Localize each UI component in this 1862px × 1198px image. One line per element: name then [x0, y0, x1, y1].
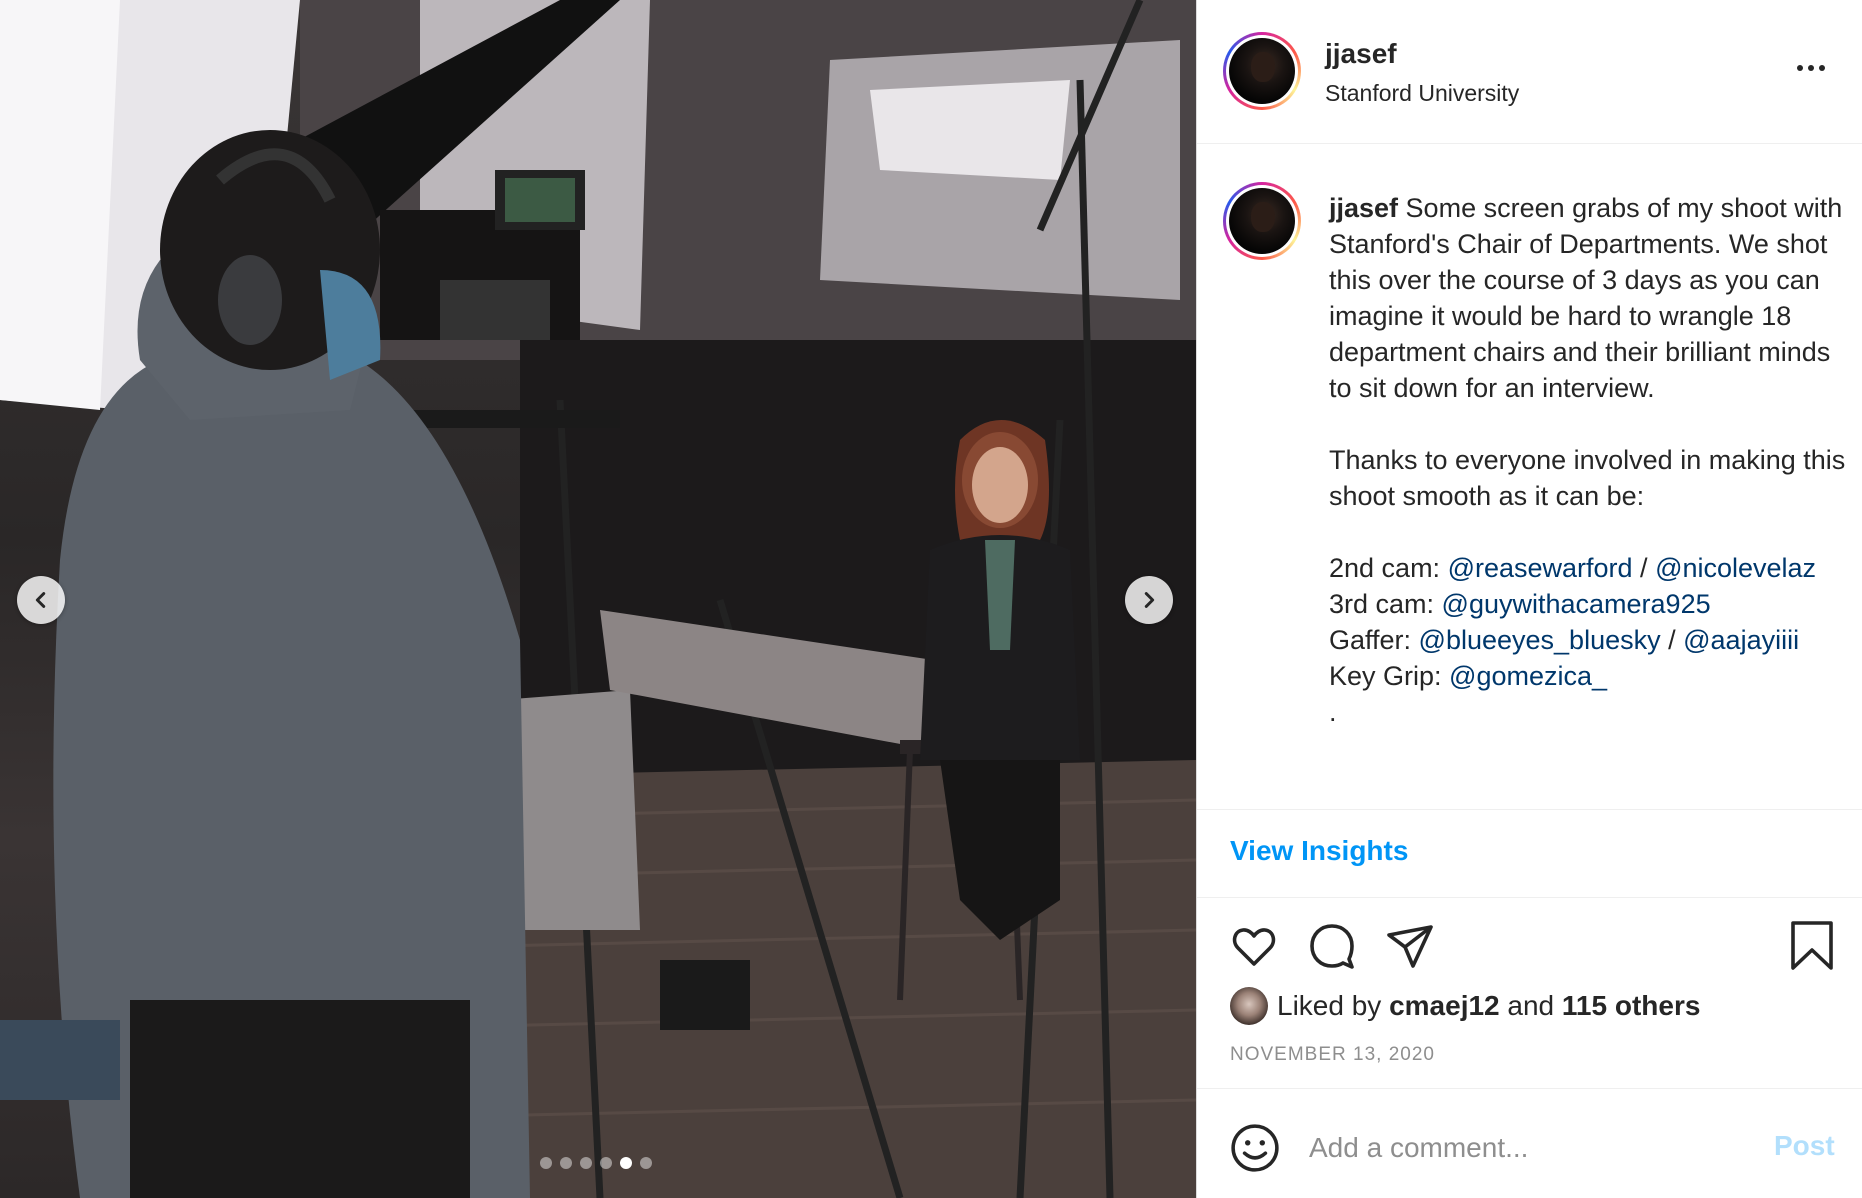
comment-bubble-icon[interactable] [1307, 922, 1357, 970]
caption-thanks: Thanks to everyone involved in making th… [1329, 445, 1846, 511]
credit-separator: / [1632, 553, 1656, 583]
post-side-panel: jjasef Stanford University jjasef Some s… [1196, 0, 1862, 1198]
caption-dot: . [1329, 697, 1337, 727]
carousel-dot [580, 1157, 592, 1169]
mention-link[interactable]: @guywithacamera925 [1442, 589, 1711, 619]
post-comment-button[interactable]: Post [1774, 1130, 1835, 1162]
carousel-indicator [540, 1157, 652, 1169]
likes-middle: and [1499, 990, 1562, 1021]
credit-label: 3rd cam: [1329, 589, 1442, 619]
photo-scene [0, 0, 1196, 1198]
save-bookmark-icon[interactable] [1789, 920, 1835, 972]
carousel-dot [560, 1157, 572, 1169]
carousel-dot [540, 1157, 552, 1169]
mention-link[interactable]: @blueeyes_bluesky [1419, 625, 1661, 655]
like-heart-icon[interactable] [1229, 922, 1279, 970]
credit-label: 2nd cam: [1329, 553, 1448, 583]
credit-separator: / [1660, 625, 1684, 655]
post-author-username[interactable]: jjasef [1325, 38, 1397, 70]
divider [1197, 897, 1862, 898]
post-date[interactable]: NOVEMBER 13, 2020 [1230, 1044, 1435, 1066]
mention-link[interactable]: @nicolevelaz [1655, 553, 1816, 583]
caption-avatar[interactable] [1223, 182, 1301, 260]
post-media[interactable] [0, 0, 1196, 1198]
profile-avatar[interactable] [1223, 32, 1301, 110]
next-slide-button[interactable] [1125, 576, 1173, 624]
post-location[interactable]: Stanford University [1325, 80, 1519, 107]
mention-link[interactable]: @aajayiiii [1683, 625, 1799, 655]
caption-scroll-area[interactable]: jjasef Some screen grabs of my shoot wit… [1197, 144, 1862, 810]
previous-slide-button[interactable] [17, 576, 65, 624]
comment-input[interactable] [1307, 1125, 1741, 1171]
share-direct-icon[interactable] [1385, 922, 1435, 970]
credit-label: Key Grip: [1329, 661, 1450, 691]
likes-prefix: Liked by [1277, 990, 1390, 1021]
liker-avatar[interactable] [1230, 987, 1268, 1025]
chevron-right-icon [1144, 592, 1155, 608]
caption-intro: Some screen grabs of my shoot with Stanf… [1329, 193, 1843, 403]
likes-others-count[interactable]: 115 others [1562, 990, 1701, 1021]
likes-summary[interactable]: Liked by cmaej12 and 115 others [1277, 990, 1700, 1022]
credit-label: Gaffer: [1329, 625, 1419, 655]
chevron-left-icon [35, 592, 46, 608]
more-options-icon[interactable] [1797, 58, 1837, 78]
post-header: jjasef Stanford University [1197, 0, 1862, 144]
emoji-smiley-icon[interactable] [1230, 1123, 1280, 1173]
mention-link[interactable]: @reasewarford [1448, 553, 1633, 583]
liker-username[interactable]: cmaej12 [1389, 990, 1500, 1021]
carousel-dot-active [620, 1157, 632, 1169]
post-caption: jjasef Some screen grabs of my shoot wit… [1329, 190, 1849, 730]
mention-link[interactable]: @gomezica_ [1449, 661, 1607, 691]
view-insights-link[interactable]: View Insights [1230, 835, 1408, 867]
divider [1197, 1088, 1862, 1089]
carousel-dot [640, 1157, 652, 1169]
caption-username[interactable]: jjasef [1329, 193, 1398, 223]
carousel-dot [600, 1157, 612, 1169]
